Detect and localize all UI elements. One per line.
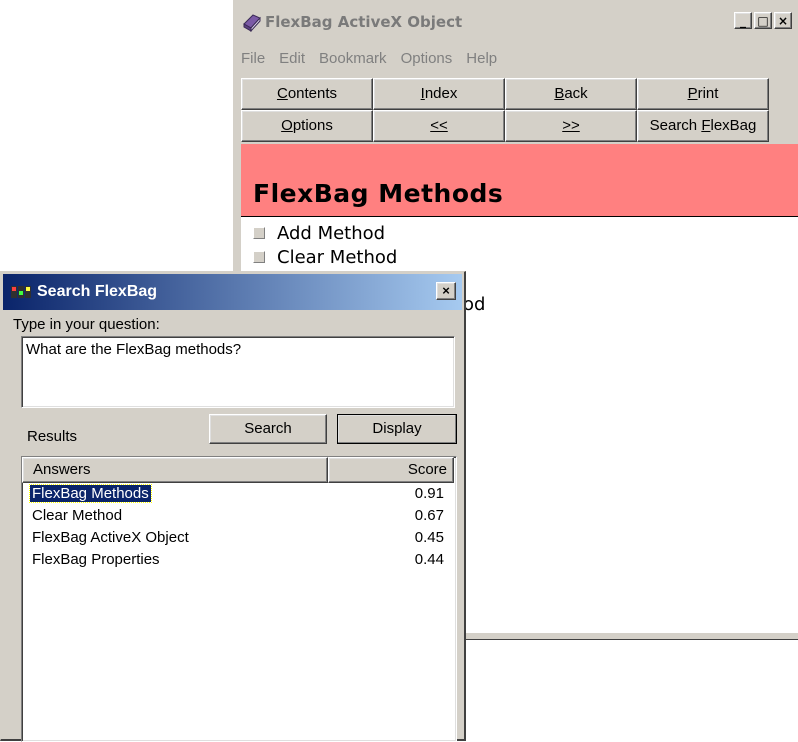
result-answer: FlexBag Methods: [29, 484, 152, 503]
minimize-icon[interactable]: _: [734, 12, 752, 29]
topic-banner: FlexBag Methods: [241, 144, 798, 217]
search-dialog-title: Search FlexBag: [37, 283, 158, 300]
maximize-icon[interactable]: □: [754, 12, 772, 29]
topic-link-label: Add Method: [277, 222, 386, 244]
column-header-score[interactable]: Score: [328, 457, 454, 483]
menu-bookmark[interactable]: Bookmark: [311, 50, 393, 67]
result-row[interactable]: FlexBag ActiveX Object 0.45: [22, 527, 456, 549]
topic-list: Add Method Clear Method: [253, 221, 798, 269]
close-icon[interactable]: ×: [774, 12, 792, 29]
results-list-header: Answers Score: [22, 457, 456, 483]
result-score: 0.67: [414, 507, 444, 524]
topic-link-partial[interactable]: od: [463, 294, 485, 315]
results-label: Results: [27, 428, 78, 445]
help-window-title: FlexBag ActiveX Object: [265, 13, 463, 31]
menu-options[interactable]: Options: [393, 50, 459, 67]
options-button[interactable]: Options: [241, 110, 373, 142]
bullet-icon: [253, 251, 265, 263]
result-row[interactable]: Clear Method 0.67: [22, 505, 456, 527]
bullet-icon: [253, 227, 265, 239]
browse-next-button[interactable]: >>: [505, 110, 637, 142]
menu-help[interactable]: Help: [458, 50, 503, 67]
search-app-icon: [11, 284, 33, 300]
topic-link-label: Clear Method: [277, 246, 398, 268]
index-button[interactable]: Index: [373, 78, 505, 110]
question-text: What are the FlexBag methods?: [26, 341, 242, 358]
result-score: 0.44: [414, 551, 444, 568]
result-row[interactable]: FlexBag Properties 0.44: [22, 549, 456, 571]
result-score: 0.91: [414, 485, 444, 502]
result-answer: Clear Method: [32, 507, 123, 524]
topic-title: FlexBag Methods: [253, 179, 504, 208]
search-dialog: Search FlexBag × Type in your question: …: [0, 271, 466, 742]
book-app-icon: [241, 12, 263, 33]
search-button[interactable]: Search: [209, 414, 327, 444]
result-answer: FlexBag Properties: [32, 551, 160, 568]
close-icon[interactable]: ×: [436, 282, 456, 300]
topic-link-add-method[interactable]: Add Method: [253, 221, 798, 245]
result-row[interactable]: FlexBag Methods 0.91: [22, 483, 456, 505]
question-input[interactable]: What are the FlexBag methods?: [21, 336, 455, 408]
result-score: 0.45: [414, 529, 444, 546]
search-titlebar[interactable]: Search FlexBag ×: [3, 274, 462, 310]
menu-file[interactable]: File: [233, 50, 271, 67]
contents-button[interactable]: Contents: [241, 78, 373, 110]
display-button[interactable]: Display: [337, 414, 457, 444]
results-list[interactable]: Answers Score FlexBag Methods 0.91 Clear…: [21, 456, 457, 742]
print-button[interactable]: Print: [637, 78, 769, 110]
help-titlebar[interactable]: FlexBag ActiveX Object _ □ ×: [235, 4, 798, 40]
help-nav-buttons: Contents Index Back Print Options << >> …: [241, 78, 771, 142]
browse-previous-button[interactable]: <<: [373, 110, 505, 142]
search-flexbag-button[interactable]: Search FlexBag: [637, 110, 769, 142]
column-header-answers[interactable]: Answers: [22, 457, 328, 483]
question-label: Type in your question:: [13, 316, 160, 333]
result-answer: FlexBag ActiveX Object: [32, 529, 189, 546]
menu-bar: File Edit Bookmark Options Help: [233, 44, 798, 72]
topic-link-clear-method[interactable]: Clear Method: [253, 245, 798, 269]
menu-edit[interactable]: Edit: [271, 50, 311, 67]
back-button[interactable]: Back: [505, 78, 637, 110]
